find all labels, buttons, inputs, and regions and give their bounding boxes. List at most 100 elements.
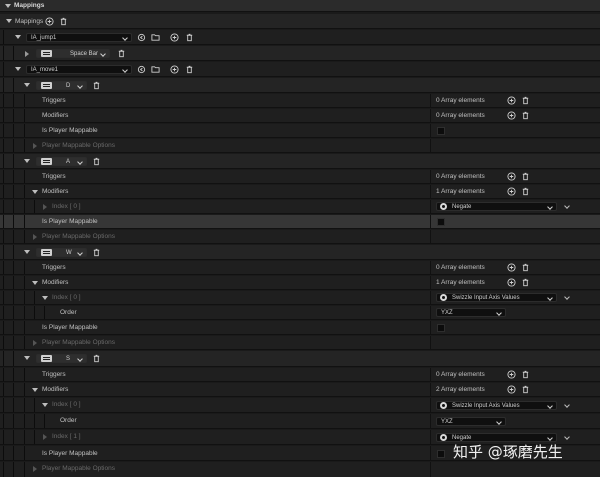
player-mappable-checkbox[interactable] [437,127,445,135]
trash-icon[interactable] [92,157,101,166]
mappings-row: Mappings [0,14,600,29]
order-dropdown[interactable]: YXZ [436,417,506,426]
add-icon[interactable] [45,17,54,26]
expand-arrow-icon[interactable] [33,234,37,240]
key-selector-s[interactable]: S [36,354,87,363]
player-mappable-options-row[interactable]: Player Mappable Options [0,336,600,350]
trash-icon[interactable] [521,263,530,272]
move-action-dropdown[interactable]: IA_move1 [26,65,132,74]
triggers-label: Triggers [42,97,66,104]
add-icon[interactable] [507,278,516,287]
modifier-class-dropdown[interactable]: Negate [436,202,557,211]
expand-arrow-icon[interactable] [32,388,38,392]
player-mappable-options-label: Player Mappable Options [42,465,115,472]
trash-icon[interactable] [521,370,530,379]
add-icon[interactable] [507,96,516,105]
modifiers-count: 0 Array elements [436,112,485,119]
modifier-class-dropdown[interactable]: Swizzle Input Axis Values [436,401,557,410]
expand-arrow-icon[interactable] [43,434,47,440]
trash-icon[interactable] [92,81,101,90]
expand-arrow-icon[interactable] [33,340,37,346]
player-mappable-label: Is Player Mappable [42,127,98,134]
add-icon[interactable] [507,111,516,120]
expand-arrow-icon[interactable] [42,296,48,300]
move-action-row: IA_move1 [0,62,600,77]
add-icon[interactable] [170,65,179,74]
modifier-index-label: Index [ 1 ] [52,433,81,440]
trash-icon[interactable] [185,65,194,74]
expand-arrow-icon[interactable] [24,159,30,163]
chevron-down-icon[interactable] [564,203,570,209]
modifiers-row: Modifiers 1 Array elements [0,276,600,290]
player-mappable-checkbox[interactable] [437,450,445,458]
modifier-index-label: Index [ 0 ] [52,294,81,301]
triggers-row: Triggers 0 Array elements [0,368,600,382]
chevron-down-icon[interactable] [564,294,570,300]
expand-arrow-icon[interactable] [6,19,12,23]
add-icon[interactable] [507,370,516,379]
expand-arrow-icon[interactable] [32,281,38,285]
chevron-down-icon[interactable] [564,434,570,440]
keyboard-icon [41,355,52,362]
add-icon[interactable] [507,187,516,196]
player-mappable-options-label: Player Mappable Options [42,339,115,346]
add-icon[interactable] [507,263,516,272]
mappings-label: Mappings [15,18,44,25]
add-icon[interactable] [507,172,516,181]
trash-icon[interactable] [521,111,530,120]
collapse-arrow-icon[interactable] [5,4,11,8]
trash-icon[interactable] [185,33,194,42]
modifier-class-dropdown[interactable]: Swizzle Input Axis Values [436,293,557,302]
jump-key-row: Space Bar [0,46,600,61]
expand-arrow-icon[interactable] [33,143,37,149]
key-selector-a[interactable]: A [36,157,87,166]
triggers-row: Triggers 0 Array elements [0,170,600,184]
browse-folder-icon[interactable] [151,65,160,74]
player-mappable-checkbox[interactable] [437,218,445,226]
trash-icon[interactable] [521,172,530,181]
add-icon[interactable] [507,385,516,394]
reset-arrow-icon[interactable] [137,65,146,74]
player-mappable-label: Is Player Mappable [42,450,98,457]
expand-arrow-icon[interactable] [24,83,30,87]
trash-icon[interactable] [59,17,68,26]
trash-icon[interactable] [92,248,101,257]
keyboard-icon [41,82,52,89]
expand-arrow-icon[interactable] [33,466,37,472]
expand-arrow-icon[interactable] [24,250,30,254]
jump-action-dropdown[interactable]: IA_jump1 [26,33,132,42]
player-mappable-checkbox[interactable] [437,324,445,332]
expand-arrow-icon[interactable] [24,356,30,360]
triggers-count: 0 Array elements [436,97,485,104]
expand-arrow-icon[interactable] [32,190,38,194]
triggers-count: 0 Array elements [436,173,485,180]
key-selector-w[interactable]: W [36,248,87,257]
mappings-header[interactable]: Mappings [0,0,600,12]
trash-icon[interactable] [521,278,530,287]
jump-key-selector[interactable]: Space Bar [36,49,110,58]
key-selector-d[interactable]: D [36,81,87,90]
player-mappable-options-row[interactable]: Player Mappable Options [0,230,600,244]
trash-icon[interactable] [521,385,530,394]
modifiers-row: Modifiers 0 Array elements [0,109,600,123]
player-mappable-options-row[interactable]: Player Mappable Options [0,139,600,153]
chevron-down-icon[interactable] [564,402,570,408]
add-icon[interactable] [170,33,179,42]
expand-arrow-icon[interactable] [15,67,21,71]
expand-arrow-icon[interactable] [43,204,47,210]
player-mappable-options-row[interactable]: Player Mappable Options [0,462,600,477]
expand-arrow-icon[interactable] [42,403,48,407]
order-dropdown[interactable]: YXZ [436,308,506,317]
trash-icon[interactable] [521,96,530,105]
modifier-class-icon [440,434,447,441]
trash-icon[interactable] [117,49,126,58]
expand-arrow-icon[interactable] [25,51,29,57]
player-mappable-options-label: Player Mappable Options [42,233,115,240]
trash-icon[interactable] [521,187,530,196]
reset-arrow-icon[interactable] [137,33,146,42]
modifier-index-row: Index [ 0 ] Negate [0,200,600,214]
trash-icon[interactable] [92,354,101,363]
browse-folder-icon[interactable] [151,33,160,42]
expand-arrow-icon[interactable] [15,35,21,39]
key-row-d: D [0,78,600,93]
